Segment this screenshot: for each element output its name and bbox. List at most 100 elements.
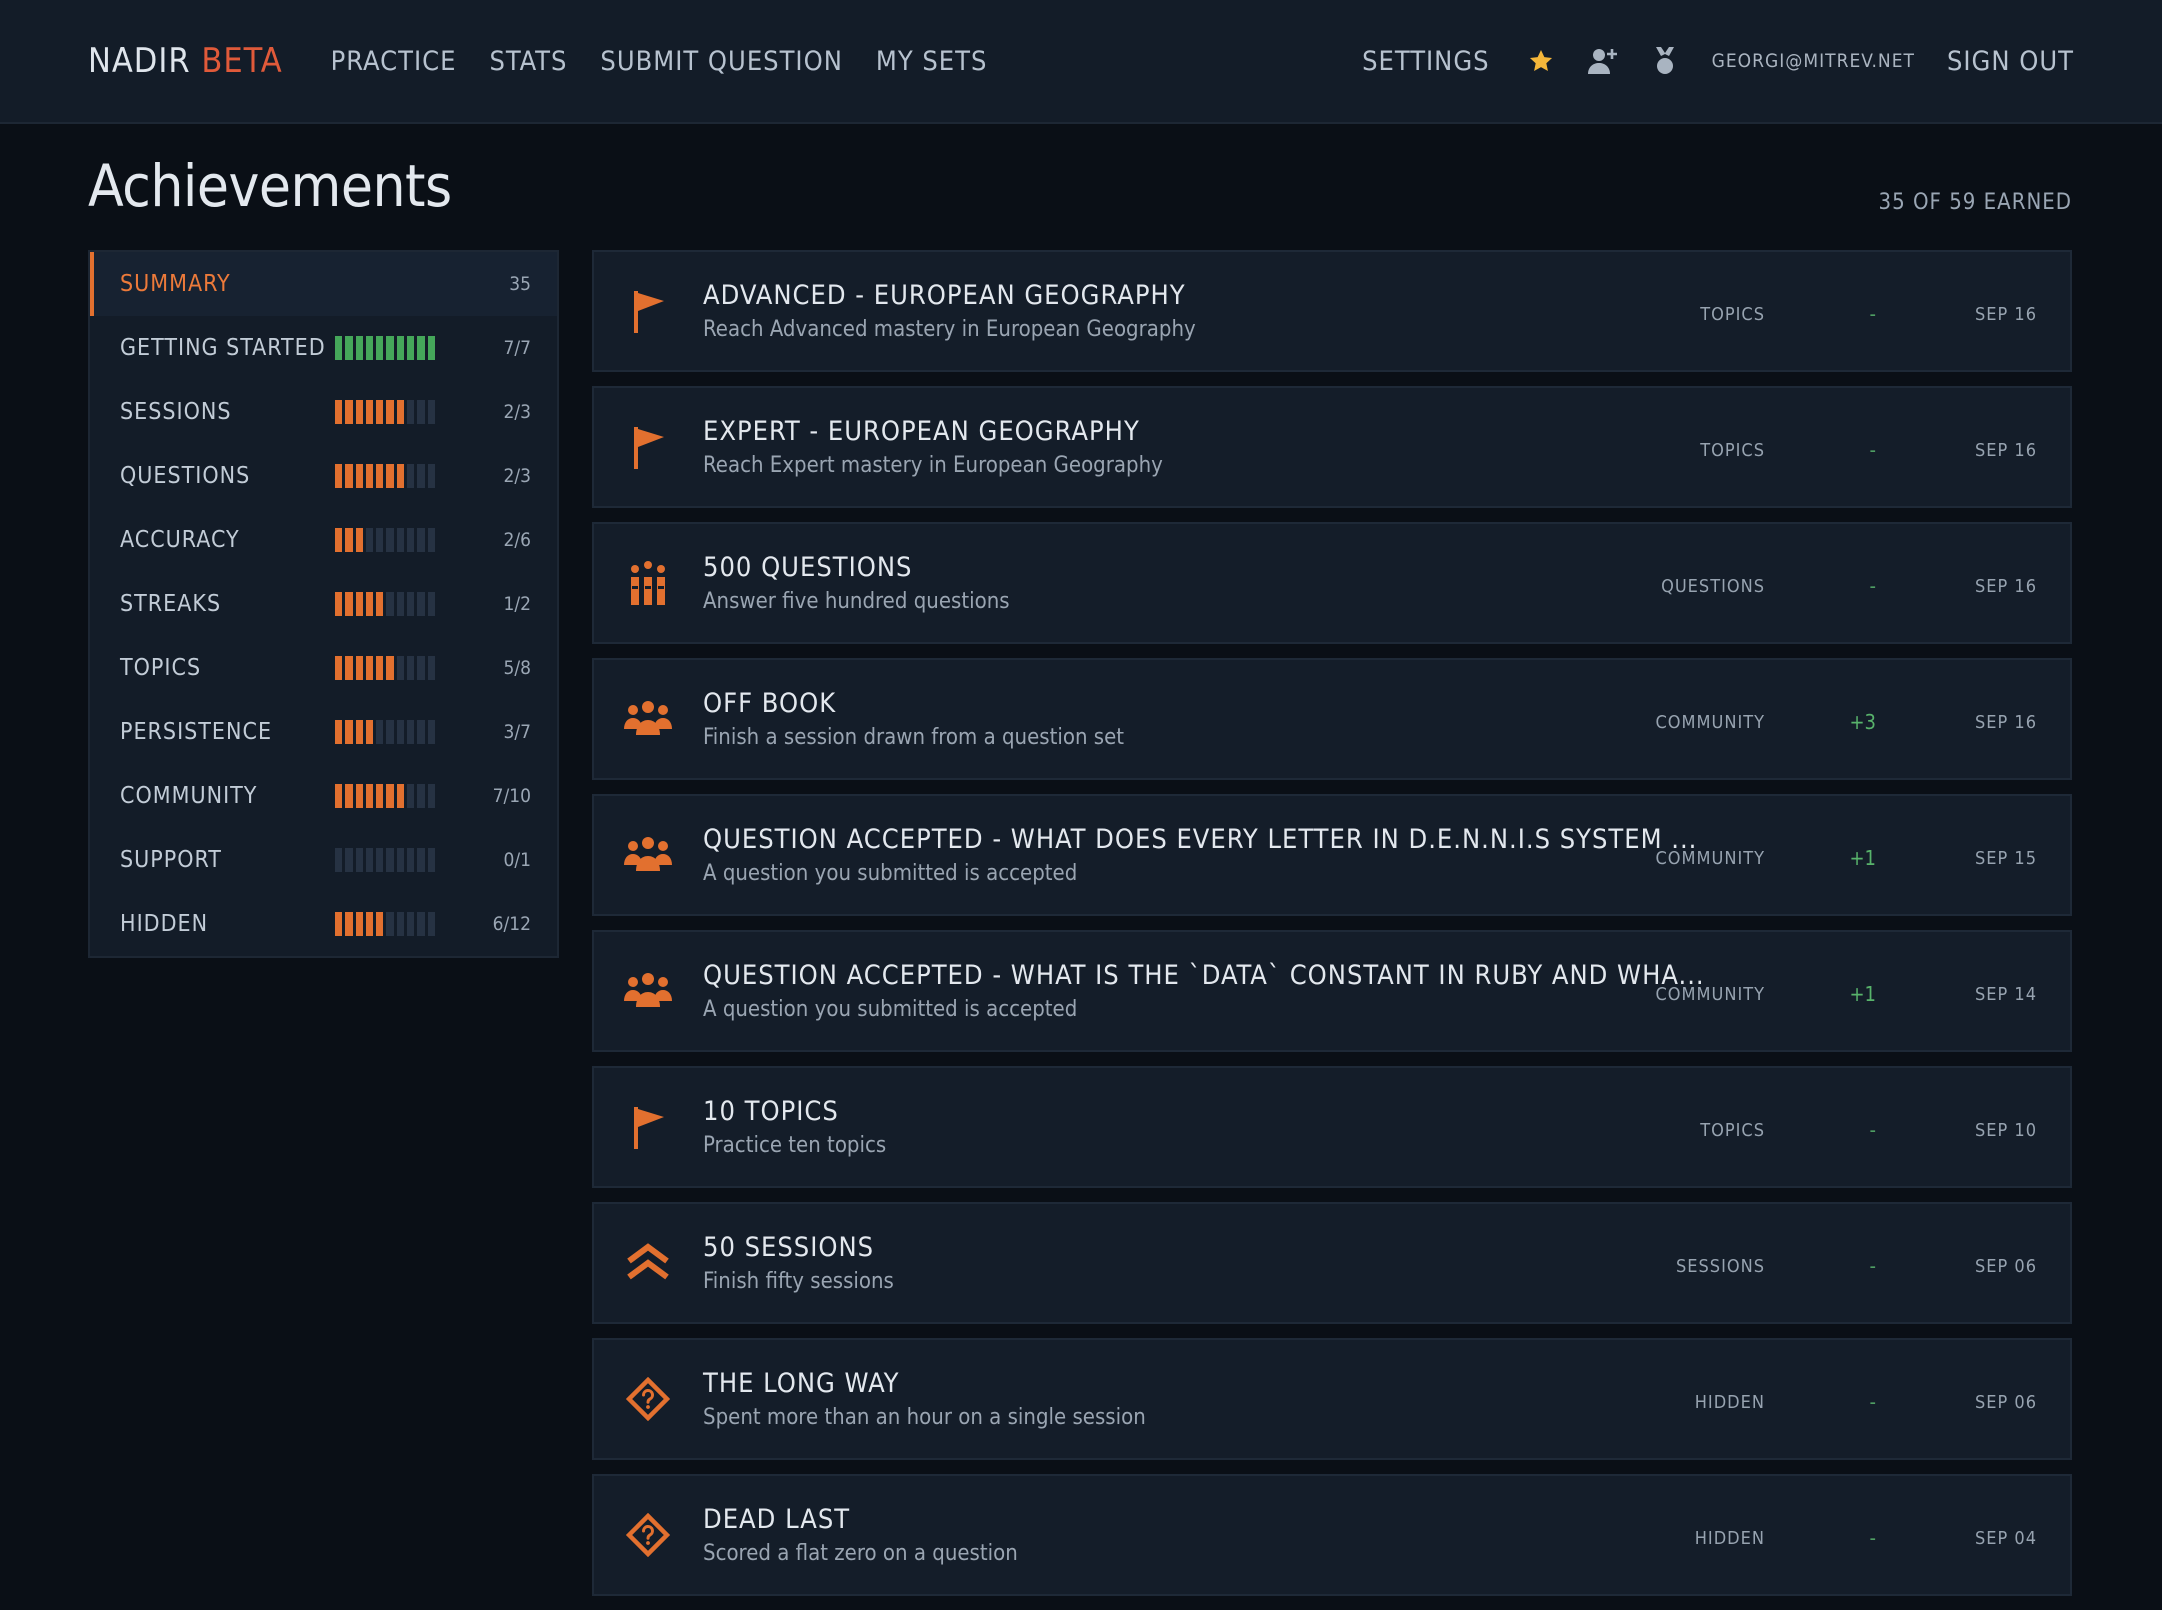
flag-icon [610, 252, 686, 370]
achievement-card[interactable]: THE LONG WAY Spent more than an hour on a… [592, 1338, 2072, 1460]
achievement-date: SEP 16 [1974, 712, 2037, 733]
sidebar-item-persistence[interactable]: PERSISTENCE 3/7 [90, 700, 557, 764]
nav-links: PRACTICE STATS SUBMIT QUESTION MY SETS [331, 46, 988, 77]
sidebar-item-streaks[interactable]: STREAKS 1/2 [90, 572, 557, 636]
nav-link-submit-question[interactable]: SUBMIT QUESTION [600, 46, 842, 77]
progress-segment [345, 848, 353, 872]
progress-segment [355, 400, 363, 424]
progress-segment [355, 848, 363, 872]
progress-segment [386, 720, 394, 744]
progress-segment [376, 912, 384, 936]
sidebar-item-count: 7/7 [503, 337, 531, 359]
sidebar-item-questions[interactable]: QUESTIONS 2/3 [90, 444, 557, 508]
sidebar-item-count: 2/6 [503, 529, 531, 551]
progress-segment [427, 400, 435, 424]
sidebar-item-topics[interactable]: TOPICS 5/8 [90, 636, 557, 700]
achievement-card[interactable]: OFF BOOK Finish a session drawn from a qu… [592, 658, 2072, 780]
progress-segment [376, 592, 384, 616]
progress-segment [376, 784, 384, 808]
sidebar-item-accuracy[interactable]: ACCURACY 2/6 [90, 508, 557, 572]
progress-segment [386, 464, 394, 488]
sign-out-link[interactable]: SIGN OUT [1947, 46, 2074, 77]
achievement-text: DEAD LAST Scored a flat zero on a questio… [703, 1504, 1018, 1566]
achievement-points: +3 [1849, 710, 1876, 734]
progress-segment [396, 592, 405, 616]
user-email[interactable]: GEORGI@MITREV.NET [1712, 50, 1915, 72]
star-icon[interactable] [1524, 44, 1558, 78]
sidebar-item-count: 5/8 [503, 657, 531, 679]
progress-segment [335, 400, 343, 424]
sidebar-item-getting-started[interactable]: GETTING STARTED 7/7 [90, 316, 557, 380]
achievement-card[interactable]: 50 SESSIONS Finish fifty sessions SESSIONS… [592, 1202, 2072, 1324]
achievement-card[interactable]: QUESTION ACCEPTED - WHAT IS THE `DATA` C… [592, 930, 2072, 1052]
achievement-text: OFF BOOK Finish a session drawn from a qu… [703, 688, 1124, 750]
sidebar-item-count: 2/3 [503, 401, 531, 423]
sidebar-item-community[interactable]: COMMUNITY 7/10 [90, 764, 557, 828]
nav-link-stats[interactable]: STATS [489, 46, 567, 77]
medal-icon[interactable] [1648, 44, 1682, 78]
sidebar-item-label: SESSIONS [120, 399, 232, 425]
add-user-icon[interactable] [1586, 44, 1620, 78]
achievement-points: - [1869, 438, 1877, 462]
achievement-card[interactable]: 500 QUESTIONS Answer five hundred questio… [592, 522, 2072, 644]
brand-name: NADIR [88, 41, 191, 81]
sidebar-item-hidden[interactable]: HIDDEN 6/12 [90, 892, 557, 956]
achievement-card[interactable]: DEAD LAST Scored a flat zero on a questio… [592, 1474, 2072, 1596]
sidebar-item-label: GETTING STARTED [120, 335, 326, 361]
achievement-points: +1 [1849, 982, 1876, 1006]
progress-segment [355, 784, 363, 808]
sidebar-item-count: 7/10 [492, 785, 531, 807]
achievement-text: EXPERT - EUROPEAN GEOGRAPHY Reach Expert … [703, 416, 1163, 478]
nav-link-my-sets[interactable]: MY SETS [876, 46, 988, 77]
progress-segment [355, 336, 363, 360]
progress-segment [355, 528, 363, 552]
progress-segment [365, 848, 374, 872]
achievement-date: SEP 16 [1974, 440, 2037, 461]
progress-segment [365, 336, 374, 360]
achievement-card[interactable]: EXPERT - EUROPEAN GEOGRAPHY Reach Expert … [592, 386, 2072, 508]
achievement-date: SEP 10 [1974, 1120, 2037, 1141]
progress-segment [345, 784, 353, 808]
progress-segment [417, 464, 425, 488]
progress-segment [396, 336, 405, 360]
brand-logo[interactable]: NADIR BETA [88, 41, 283, 81]
progress-segment [386, 528, 394, 552]
books-icon [610, 524, 686, 642]
progress-segment [386, 912, 394, 936]
sidebar-item-summary[interactable]: SUMMARY 35 [90, 252, 557, 316]
flag-icon [610, 388, 686, 506]
progress-segment [427, 720, 435, 744]
progress-segment [386, 592, 394, 616]
progress-segment [396, 400, 405, 424]
category-sidebar: SUMMARY 35 GETTING STARTED 7/7 SESSIONS 2/3 QU… [88, 250, 559, 958]
progress-segment [396, 656, 405, 680]
nav-link-settings[interactable]: SETTINGS [1362, 46, 1490, 77]
sidebar-item-label: COMMUNITY [120, 783, 258, 809]
progress-segment [365, 720, 374, 744]
sidebar-item-sessions[interactable]: SESSIONS 2/3 [90, 380, 557, 444]
progress-segment [427, 336, 435, 360]
achievement-description: A question you submitted is accepted [703, 861, 1078, 886]
progress-segment [345, 592, 353, 616]
sidebar-item-label: ACCURACY [120, 527, 240, 553]
achievement-title: ADVANCED - EUROPEAN GEOGRAPHY [703, 280, 1186, 311]
progress-bar [335, 592, 435, 616]
nav-link-practice[interactable]: PRACTICE [331, 46, 457, 77]
sidebar-item-label: TOPICS [120, 655, 202, 681]
progress-segment [345, 656, 353, 680]
sidebar-item-support[interactable]: SUPPORT 0/1 [90, 828, 557, 892]
achievement-text: 10 TOPICS Practice ten topics [703, 1096, 886, 1158]
achievement-card[interactable]: QUESTION ACCEPTED - WHAT DOES EVERY LETT… [592, 794, 2072, 916]
group-icon [610, 932, 686, 1050]
achievement-date: SEP 15 [1974, 848, 2037, 869]
achievement-text: ADVANCED - EUROPEAN GEOGRAPHY Reach Advan… [703, 280, 1196, 342]
progress-segment [345, 464, 353, 488]
progress-segment [417, 400, 425, 424]
progress-segment [407, 400, 415, 424]
progress-segment [386, 336, 394, 360]
achievement-card[interactable]: 10 TOPICS Practice ten topics TOPICS - SEP 1… [592, 1066, 2072, 1188]
achievement-title: DEAD LAST [703, 1504, 851, 1535]
progress-segment [396, 848, 405, 872]
achievement-card[interactable]: ADVANCED - EUROPEAN GEOGRAPHY Reach Advan… [592, 250, 2072, 372]
achievement-text: THE LONG WAY Spent more than an hour on a… [703, 1368, 1146, 1430]
